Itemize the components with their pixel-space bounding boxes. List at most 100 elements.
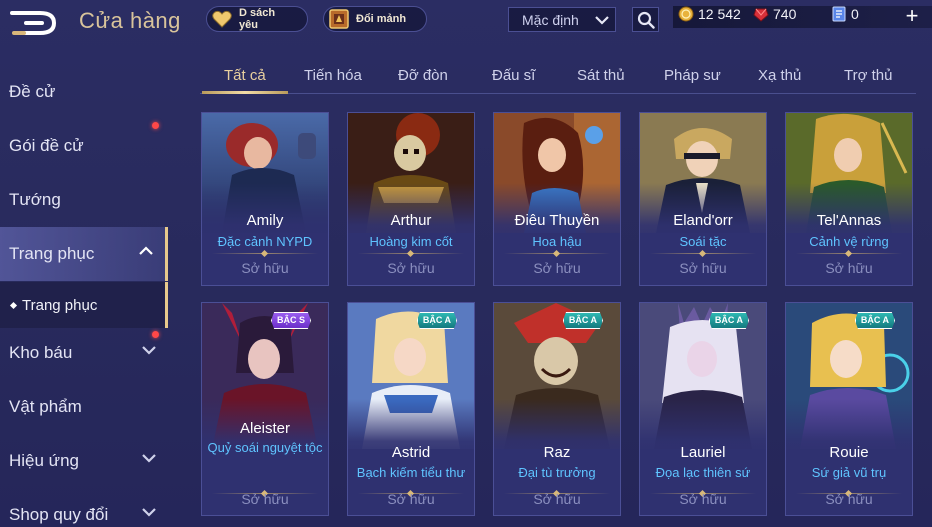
divider: [796, 249, 902, 258]
skin-name: Bạch kiếm tiểu thư: [356, 465, 466, 480]
skin-card-telannas[interactable]: Tel'Annas Cảnh vệ rừng Sở hữu: [785, 112, 913, 286]
tier-badge: BẬC A: [416, 312, 457, 329]
skin-card-dieu-thuyen[interactable]: Điêu Thuyền Hoa hậu Sở hữu: [493, 112, 621, 286]
sidebar-item-exchange-shop[interactable]: Shop quy đổi: [0, 488, 168, 527]
owned-status: Sở hữu: [825, 491, 873, 507]
heart-icon: [211, 8, 233, 30]
tier-badge: BẬC S: [270, 312, 311, 329]
sidebar-subitem-skins[interactable]: Trang phục: [0, 282, 168, 328]
divider: [358, 249, 464, 258]
sidebar-item-treasure[interactable]: Kho báu: [0, 326, 168, 380]
favorites-button[interactable]: D sách yêu: [206, 6, 308, 32]
tab-tank[interactable]: Đỡ đòn: [398, 67, 448, 84]
gold-amount: 12 542: [698, 6, 741, 22]
divider: [650, 249, 756, 258]
skin-card-astrid[interactable]: BẬC A Astrid Bạch kiếm tiểu thư Sở hữu: [347, 302, 475, 516]
shard-chest-icon: [328, 8, 350, 30]
skin-card-aleister[interactable]: BẬC S Aleister Quỷ soái nguyệt tộc Sở hữ…: [201, 302, 329, 516]
tab-evolution[interactable]: Tiến hóa: [304, 67, 362, 84]
sidebar-item-label: Tướng: [9, 190, 61, 209]
skin-name: Hoàng kim cốt: [369, 234, 453, 249]
sort-selected-value: Mặc định: [522, 11, 579, 28]
page-title: Cửa hàng: [79, 8, 181, 33]
ruby-amount: 740: [773, 6, 797, 22]
tab-marksman[interactable]: Xạ thủ: [758, 67, 801, 84]
skin-name: Đại tù trưởng: [518, 465, 596, 480]
sidebar: Đề cử Gói đề cử Tướng Trang phục Trang p…: [0, 60, 168, 527]
top-bar: Cửa hàng D sách yêu Đổi mảnh Mặc định 12…: [0, 0, 932, 40]
top-up-button[interactable]: +: [901, 5, 923, 27]
category-tabs: Tất cả Tiến hóa Đỡ đòn Đấu sĩ Sát thủ Ph…: [200, 60, 916, 94]
hero-name: Tel'Annas: [816, 212, 882, 229]
skin-card-elandorr[interactable]: Eland'orr Soái tặc Sở hữu: [639, 112, 767, 286]
skin-name: Hoa hậu: [532, 234, 582, 249]
sidebar-item-label: Trang phục: [9, 244, 95, 263]
skin-card-raz[interactable]: BẬC A Raz Đại tù trưởng Sở hữu: [493, 302, 621, 516]
tab-assassin[interactable]: Sát thủ: [577, 67, 625, 84]
sidebar-item-label: Kho báu: [9, 343, 73, 362]
skin-card-rouie[interactable]: BẬC A Rouie Sứ giả vũ trụ Sở hữu: [785, 302, 913, 516]
hero-name: Rouie: [829, 444, 869, 461]
sidebar-item-label: Shop quy đổi: [9, 505, 109, 524]
exchange-shards-button[interactable]: Đổi mảnh: [323, 6, 427, 32]
sort-dropdown[interactable]: Mặc định: [508, 7, 616, 32]
plus-icon: +: [905, 3, 919, 28]
sidebar-item-label: Hiệu ứng: [9, 451, 79, 470]
notification-dot: [152, 331, 159, 338]
skin-name: Cảnh vệ rừng: [809, 234, 889, 249]
owned-status: Sở hữu: [533, 491, 581, 507]
tab-all[interactable]: Tất cả: [224, 67, 266, 84]
hero-name: Amily: [246, 212, 284, 229]
owned-status: Sở hữu: [241, 491, 289, 507]
skin-card-arthur[interactable]: Arthur Hoàng kim cốt Sở hữu: [347, 112, 475, 286]
tier-badge: BẬC A: [562, 312, 603, 329]
chevron-down-icon: [142, 454, 156, 463]
gold-coin-icon: [678, 6, 694, 22]
tab-support[interactable]: Trợ thủ: [844, 67, 892, 84]
tier-badge: BẬC A: [708, 312, 749, 329]
voucher-amount: 0: [851, 6, 859, 22]
sidebar-item-skins[interactable]: Trang phục: [0, 227, 168, 281]
sidebar-item-items[interactable]: Vật phẩm: [0, 380, 168, 434]
sidebar-item-label: Gói đề cử: [9, 136, 84, 155]
divider: [504, 249, 610, 258]
sidebar-item-recommended-bundles[interactable]: Gói đề cử: [0, 119, 168, 173]
sidebar-item-heroes[interactable]: Tướng: [0, 173, 168, 227]
skin-name: Soái tặc: [679, 234, 727, 249]
chevron-up-icon: [139, 246, 153, 255]
owned-status: Sở hữu: [387, 260, 435, 276]
hero-name: Lauriel: [680, 444, 726, 461]
chevron-down-icon: [142, 346, 156, 355]
skin-card-amily[interactable]: Amily Đặc cảnh NYPD Sở hữu: [201, 112, 329, 286]
owned-status: Sở hữu: [241, 260, 289, 276]
skin-grid: Amily Đặc cảnh NYPD Sở hữu Arthur Hoàng …: [201, 112, 915, 522]
notification-dot: [152, 122, 159, 129]
sidebar-item-label: Đề cử: [9, 82, 56, 101]
ruby-icon: [753, 8, 769, 22]
search-button[interactable]: [632, 7, 659, 32]
tab-fighter[interactable]: Đấu sĩ: [492, 67, 535, 84]
owned-status: Sở hữu: [679, 491, 727, 507]
sidebar-item-label: Vật phẩm: [9, 397, 82, 416]
currency-bar: 12 542 740 0 +: [673, 5, 932, 28]
favorites-label: D sách yêu: [238, 7, 276, 31]
bullet-icon: [9, 301, 18, 309]
skin-name: Sứ giả vũ trụ: [811, 465, 887, 480]
back-button[interactable]: [10, 10, 58, 36]
hero-name: Điêu Thuyền: [514, 212, 600, 229]
owned-status: Sở hữu: [679, 260, 727, 276]
voucher-icon: [832, 6, 846, 22]
chevron-down-icon: [142, 508, 156, 517]
sidebar-item-effects[interactable]: Hiệu ứng: [0, 434, 168, 488]
skin-card-lauriel[interactable]: BẬC A Lauriel Đọa lạc thiên sứ Sở hữu: [639, 302, 767, 516]
hero-name: Raz: [543, 444, 571, 461]
sidebar-item-recommended[interactable]: Đề cử: [0, 65, 168, 119]
tab-mage[interactable]: Pháp sư: [664, 67, 721, 84]
exchange-label: Đổi mảnh: [356, 13, 407, 25]
ruby-balance: 740: [753, 6, 796, 22]
active-tab-indicator: [202, 91, 288, 94]
chevron-down-icon: [595, 15, 609, 25]
hero-name: Astrid: [391, 444, 431, 461]
sidebar-subitem-label: Trang phục: [22, 296, 98, 314]
owned-status: Sở hữu: [533, 260, 581, 276]
